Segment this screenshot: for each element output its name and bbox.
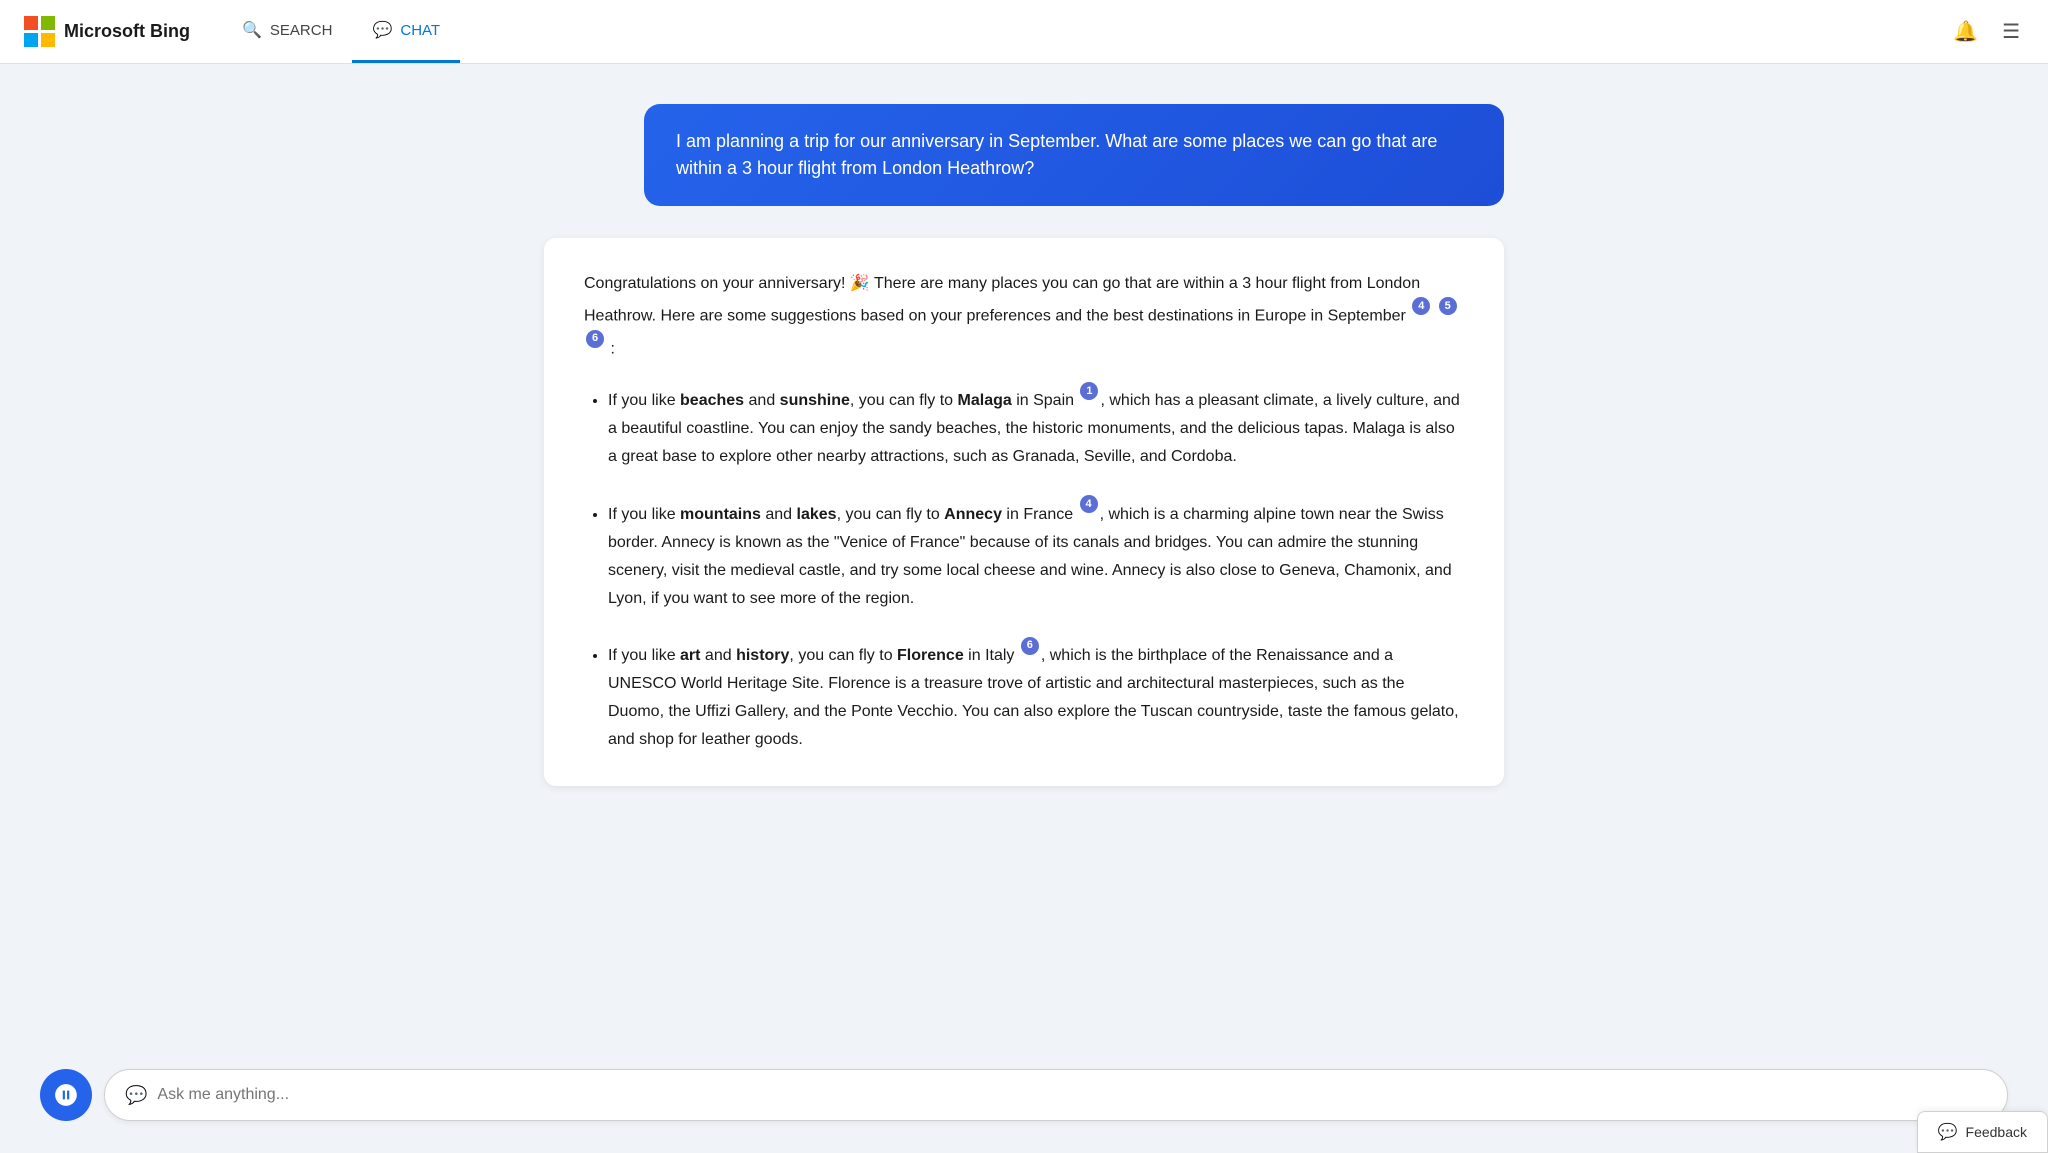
- list-item: If you like beaches and sunshine, you ca…: [608, 382, 1464, 471]
- input-bar: 💬: [0, 1053, 2048, 1153]
- feedback-icon: 💬: [1938, 1122, 1958, 1142]
- list-item: If you like art and history, you can fly…: [608, 637, 1464, 754]
- ai-intro-body: Congratulations on your anniversary! 🎉 T…: [584, 275, 1420, 324]
- main-nav: 🔍 SEARCH 💬 CHAT: [222, 0, 460, 63]
- chat-input[interactable]: [157, 1086, 1987, 1104]
- chat-icon: 💬: [372, 20, 392, 40]
- notification-button[interactable]: 🔔: [1949, 15, 1982, 48]
- citation-5[interactable]: 5: [1439, 297, 1457, 315]
- header-right: 🔔 ☰: [1949, 15, 2024, 48]
- citation-6[interactable]: 6: [586, 330, 604, 348]
- bing-chat-icon-button[interactable]: [40, 1069, 92, 1121]
- main-content: I am planning a trip for our anniversary…: [0, 64, 2048, 1153]
- user-message-container: I am planning a trip for our anniversary…: [544, 104, 1504, 206]
- destination-malaga: Malaga: [958, 392, 1012, 409]
- feedback-button[interactable]: 💬 Feedback: [1917, 1111, 2048, 1153]
- keyword-art: art: [680, 647, 700, 664]
- user-message-text: I am planning a trip for our anniversary…: [676, 131, 1437, 178]
- nav-chat-label: CHAT: [400, 22, 440, 39]
- search-icon: 🔍: [242, 20, 262, 40]
- keyword-beaches: beaches: [680, 392, 744, 409]
- nav-search[interactable]: 🔍 SEARCH: [222, 0, 352, 63]
- keyword-lakes: lakes: [797, 506, 837, 523]
- logo[interactable]: Microsoft Bing: [24, 16, 190, 48]
- citation-4[interactable]: 4: [1412, 297, 1430, 315]
- destination-florence: Florence: [897, 647, 964, 664]
- citation-4b[interactable]: 4: [1080, 495, 1098, 513]
- header: Microsoft Bing 🔍 SEARCH 💬 CHAT 🔔 ☰: [0, 0, 2048, 64]
- bing-icon: [53, 1082, 79, 1108]
- keyword-sunshine: sunshine: [780, 392, 850, 409]
- nav-search-label: SEARCH: [270, 22, 333, 39]
- bing-logo-text: Microsoft Bing: [64, 21, 190, 42]
- citation-6b[interactable]: 6: [1021, 637, 1039, 655]
- hamburger-icon: ☰: [2002, 19, 2020, 44]
- ai-response-container: Congratulations on your anniversary! 🎉 T…: [544, 238, 1504, 786]
- response-list: If you like beaches and sunshine, you ca…: [584, 382, 1464, 754]
- citation-1[interactable]: 1: [1080, 382, 1098, 400]
- ai-intro-text: Congratulations on your anniversary! 🎉 T…: [584, 270, 1464, 362]
- feedback-label: Feedback: [1966, 1124, 2027, 1140]
- keyword-mountains: mountains: [680, 506, 761, 523]
- ms-logo-icon: [24, 16, 56, 48]
- message-icon: 💬: [125, 1085, 147, 1106]
- bell-icon: 🔔: [1953, 19, 1978, 44]
- list-item: If you like mountains and lakes, you can…: [608, 495, 1464, 612]
- keyword-history: history: [736, 647, 789, 664]
- nav-chat[interactable]: 💬 CHAT: [352, 0, 460, 63]
- input-field-wrapper: 💬: [104, 1069, 2008, 1121]
- ai-intro-colon: :: [610, 340, 614, 357]
- menu-button[interactable]: ☰: [1998, 15, 2024, 48]
- user-message-bubble: I am planning a trip for our anniversary…: [644, 104, 1504, 206]
- destination-annecy: Annecy: [944, 506, 1002, 523]
